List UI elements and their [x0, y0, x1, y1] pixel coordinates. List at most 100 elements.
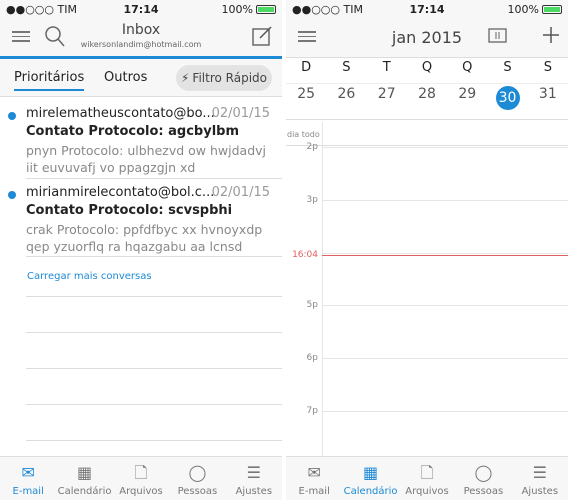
hour-label: 6p [306, 353, 318, 363]
message-sender: mirelematheuscontato@bo... [26, 106, 215, 121]
quick-filter-button[interactable]: ⚡ Filtro Rápido [176, 65, 272, 91]
unread-dot [8, 112, 16, 120]
tab-label: Arquivos [119, 486, 163, 497]
tabbar-people[interactable]: ◯ Pessoas [169, 457, 225, 500]
message-preview: crak Protocolo: ppfdfbyc xx hvnoyxdp qep… [26, 222, 263, 254]
day[interactable]: 25 [286, 86, 326, 119]
weekday: D [301, 60, 312, 75]
add-event-icon[interactable] [542, 26, 560, 44]
weekday: S [342, 60, 351, 75]
tabbar-email[interactable]: ✉ E-mail [0, 457, 56, 500]
clock: 17:14 [123, 2, 159, 16]
view-toggle-icon[interactable] [488, 28, 508, 44]
load-more-link[interactable]: Carregar mais conversas [27, 271, 152, 282]
weekday: Q [421, 60, 433, 75]
tab-label: Calendário [57, 486, 112, 497]
message-preview: pnyn Protocolo: ulbhezvd ow hwjdadvj iit… [26, 143, 267, 175]
clock: 17:14 [409, 2, 445, 16]
message-subject: Contato Protocolo: agcbylbm [26, 124, 240, 139]
tabbar-files[interactable]: 🗋 Arquivos [399, 457, 455, 500]
hour-line [322, 147, 568, 148]
file-icon: 🗋 [420, 463, 434, 482]
hour-line [322, 358, 568, 359]
tab-label: Calendário [343, 486, 398, 497]
status-bar: ●●○○○ TIM 17:14 100% [0, 0, 282, 18]
email-header: Inbox wikersonlandim@hotmail.com [0, 18, 282, 56]
tab-label: Ajustes [521, 486, 559, 497]
month-title[interactable]: jan 2015 [286, 28, 568, 47]
divider [26, 256, 282, 257]
day[interactable]: 29 [447, 86, 487, 119]
tab-label: E-mail [298, 486, 330, 497]
tabbar-files[interactable]: 🗋 Arquivos [113, 457, 169, 500]
day[interactable]: 27 [367, 86, 407, 119]
status-bar: ●●○○○ TIM 17:14 100% [286, 0, 568, 18]
tabbar-calendar[interactable]: ▦ Calendário [56, 457, 112, 500]
day[interactable]: 26 [326, 86, 366, 119]
page-title: Inbox [121, 22, 161, 38]
tab-label: Arquivos [405, 486, 449, 497]
tabbar-settings[interactable]: ☰ Ajustes [226, 457, 282, 500]
calendar-header: jan 2015 [286, 18, 568, 58]
mail-icon: ✉ [21, 463, 35, 482]
weekday: T [382, 60, 391, 75]
hour-line [322, 305, 568, 306]
message-item[interactable]: mirianmirelecontato@bol.c... 02/01/15 Co… [0, 179, 282, 257]
tab-outros[interactable]: Outros [104, 70, 147, 85]
calendar-icon: ▦ [363, 463, 379, 482]
time-gutter-line [322, 122, 323, 456]
tab-label: Pessoas [463, 486, 504, 497]
person-icon: ◯ [474, 463, 493, 482]
divider [26, 296, 282, 297]
day-selected[interactable]: 30 [487, 86, 527, 119]
hour-label: 3p [306, 195, 318, 205]
hour-line [322, 411, 568, 412]
file-icon: 🗋 [134, 463, 148, 482]
divider [26, 368, 282, 369]
tab-bar: ✉ E-mail ▦ Calendário 🗋 Arquivos ◯ Pessoas ☰… [0, 456, 282, 500]
weekday-row: DSTQQSS [286, 60, 568, 84]
inbox-tabs: Prioritários Outros ⚡ Filtro Rápido [0, 59, 282, 97]
message-subject: Contato Protocolo: scvspbhi [26, 203, 233, 218]
account-email: wikersonlandim@hotmail.com [80, 40, 202, 49]
current-time-label: 16:04 [292, 250, 318, 260]
all-day-row[interactable]: dia todo [286, 122, 568, 146]
person-icon: ◯ [188, 463, 207, 482]
tab-label: E-mail [12, 486, 44, 497]
tab-bar: ✉ E-mail ▦ Calendário 🗋 Arquivos ◯ Pessoas ☰… [286, 456, 568, 500]
calendar-icon: ▦ [77, 463, 93, 482]
settings-icon: ☰ [532, 463, 547, 482]
hour-label: 7p [306, 406, 318, 416]
quick-filter-label: Filtro Rápido [192, 71, 267, 85]
all-day-label: dia todo [287, 130, 320, 139]
weekday: S [543, 60, 552, 75]
divider [26, 332, 282, 333]
hour-line [322, 200, 568, 201]
message-date: 02/01/15 [211, 106, 270, 121]
tabbar-calendar[interactable]: ▦ Calendário [342, 457, 398, 500]
hour-label: 5p [306, 300, 318, 310]
day[interactable]: 28 [407, 86, 447, 119]
compose-icon[interactable] [252, 26, 272, 46]
message-item[interactable]: mirelematheuscontato@bo... 02/01/15 Cont… [0, 100, 282, 178]
lightning-icon: ⚡ [180, 71, 190, 85]
hour-line [322, 253, 568, 254]
current-time-line [322, 255, 568, 256]
tab-label: Pessoas [177, 486, 218, 497]
mail-icon: ✉ [307, 463, 321, 482]
settings-icon: ☰ [246, 463, 261, 482]
days-row: 25 26 27 28 29 30 31 [286, 86, 568, 120]
message-sender: mirianmirelecontato@bol.c... [26, 185, 215, 200]
message-date: 02/01/15 [211, 185, 270, 200]
divider [26, 404, 282, 405]
tabbar-email[interactable]: ✉ E-mail [286, 457, 342, 500]
tabbar-people[interactable]: ◯ Pessoas [455, 457, 511, 500]
day[interactable]: 31 [528, 86, 568, 119]
hour-label: 2p [306, 142, 318, 152]
weekday: Q [462, 60, 473, 75]
tabbar-settings[interactable]: ☰ Ajustes [512, 457, 568, 500]
email-screen: ●●○○○ TIM 17:14 100% Inbox wikersonlandi… [0, 0, 282, 500]
tab-prioritarios[interactable]: Prioritários [14, 70, 85, 91]
weekday: S [503, 60, 512, 75]
calendar-screen: ●●○○○ TIM 17:14 100% jan 2015 D S T Q Q S S 25… [286, 0, 568, 500]
